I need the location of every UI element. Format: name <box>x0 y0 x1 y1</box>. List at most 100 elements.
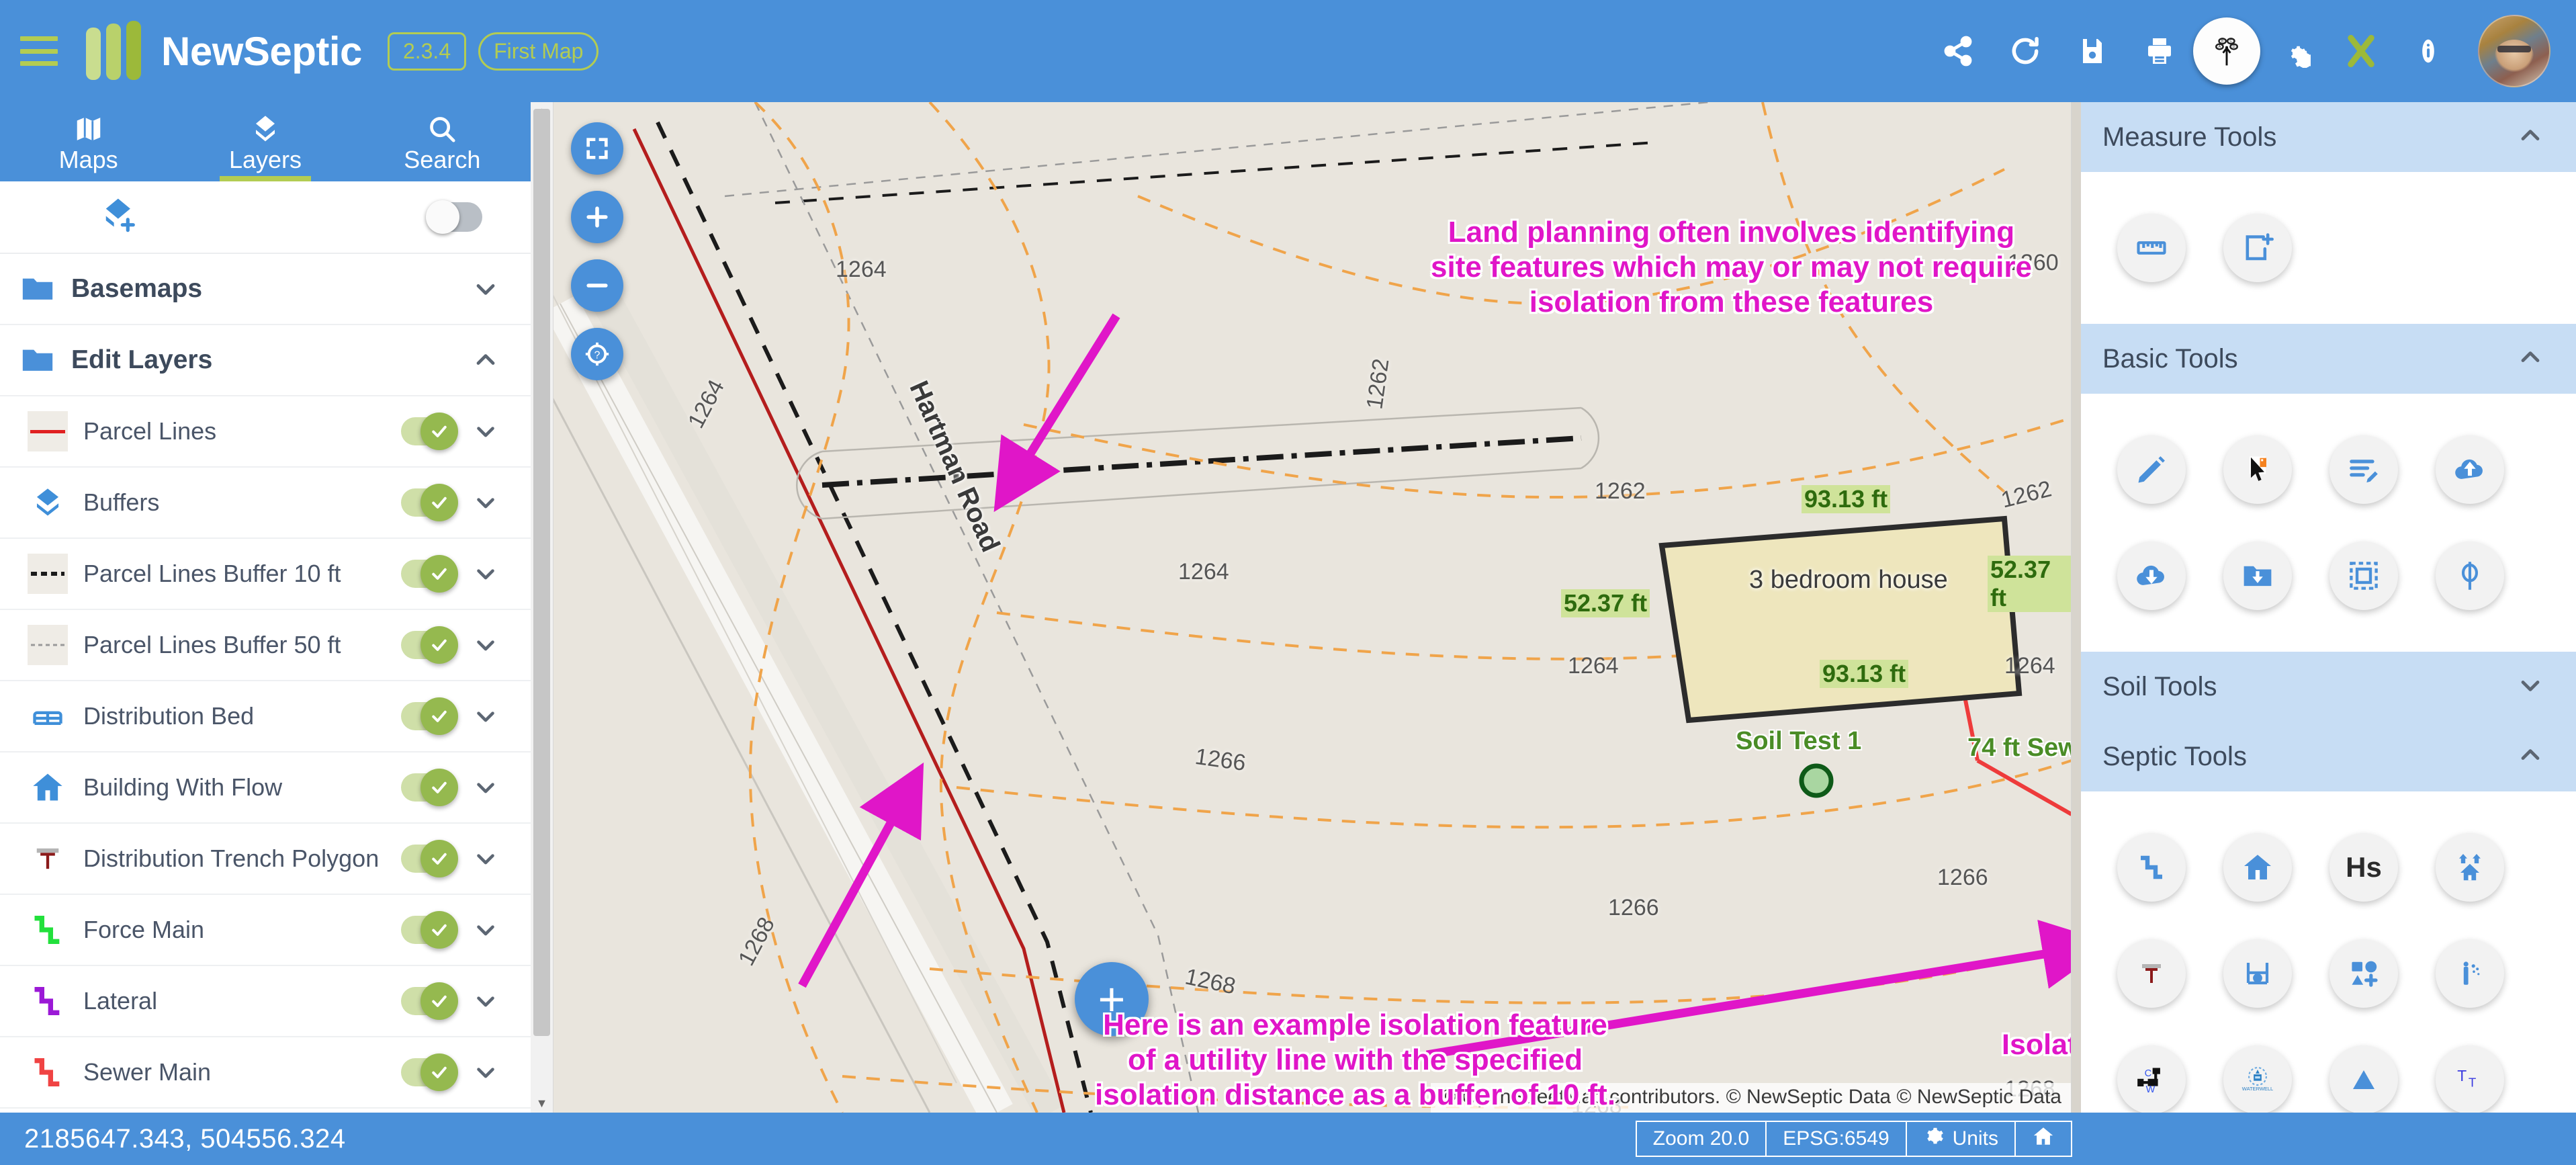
house-icon[interactable] <box>2223 833 2292 902</box>
chevron-down-icon[interactable] <box>468 845 504 873</box>
edit-list-icon[interactable] <box>2329 435 2398 504</box>
layer-visibility-toggle[interactable] <box>388 697 468 735</box>
add-layer-icon[interactable] <box>101 195 142 240</box>
map-area[interactable]: ▲ ▼ <box>531 102 2071 1113</box>
layer-row[interactable]: Buffers <box>0 468 531 539</box>
hs-label-icon[interactable]: Hs <box>2329 833 2398 902</box>
cursor-select-icon[interactable] <box>2223 435 2292 504</box>
layer-row[interactable]: Distribution Trench Polygon <box>0 824 531 895</box>
layer-row[interactable]: Parcel Lines <box>0 396 531 468</box>
layer-visibility-toggle[interactable] <box>388 626 468 664</box>
chevron-down-icon[interactable] <box>468 417 504 445</box>
cloud-upload-icon[interactable] <box>2436 435 2504 504</box>
layer-row[interactable]: Lateral <box>0 966 531 1037</box>
layer-visibility-toggle[interactable] <box>388 413 468 450</box>
chevron-down-icon[interactable] <box>468 916 504 944</box>
layer-label: Force Main <box>83 916 205 943</box>
chevron-up-icon[interactable] <box>468 345 504 375</box>
newseptic-logo-icon <box>86 21 141 80</box>
fullscreen-icon[interactable] <box>571 122 623 175</box>
layer-row[interactable]: Parcel Lines Buffer 50 ft <box>0 610 531 681</box>
tab-layers[interactable]: Layers <box>177 102 353 181</box>
zoom-out-icon[interactable] <box>571 259 623 312</box>
houses-group-icon[interactable] <box>2436 833 2504 902</box>
gps-navigation-icon[interactable]: B C A D <box>2193 17 2260 85</box>
print-icon[interactable] <box>2126 17 2193 85</box>
folder-download-icon[interactable] <box>2223 542 2292 610</box>
trench-t-icon[interactable] <box>2117 939 2186 1008</box>
layer-visibility-toggle[interactable] <box>388 769 468 806</box>
sprinkler-icon[interactable] <box>2436 939 2504 1008</box>
tank-profile-icon[interactable] <box>2223 939 2292 1008</box>
tools-crossed-icon[interactable] <box>2327 17 2395 85</box>
chevron-down-icon[interactable] <box>468 702 504 730</box>
pipe-zigzag-icon[interactable] <box>2117 833 2186 902</box>
layer-visibility-toggle[interactable] <box>388 982 468 1020</box>
chevron-up-icon[interactable] <box>2516 121 2545 154</box>
layer-row[interactable]: Distribution Bed <box>0 681 531 752</box>
cloud-download-icon[interactable] <box>2117 542 2186 610</box>
layers-master-toggle[interactable] <box>426 200 482 234</box>
status-controls: Zoom 20.0 EPSG:6549 Units <box>1635 1121 2072 1157</box>
epsg-button[interactable]: EPSG:6549 <box>1765 1121 1906 1157</box>
chevron-down-icon[interactable] <box>2516 671 2545 703</box>
tools-scrollbar[interactable] <box>2072 102 2081 1113</box>
chevron-down-icon[interactable] <box>468 488 504 517</box>
layer-row[interactable]: Sewer Main <box>0 1037 531 1109</box>
refresh-icon[interactable] <box>1992 17 2059 85</box>
layer-visibility-toggle[interactable] <box>388 484 468 521</box>
chevron-up-icon[interactable] <box>2516 343 2545 376</box>
text-tt-icon[interactable]: TT <box>2436 1045 2504 1113</box>
save-icon[interactable] <box>2059 17 2126 85</box>
chevron-up-icon[interactable] <box>2516 740 2545 773</box>
tab-search[interactable]: Search <box>354 102 531 181</box>
layer-list[interactable]: Basemaps Edit Layers Parcel Lines Buffer… <box>0 254 531 1113</box>
cw-pipe-icon[interactable]: C W <box>2117 1045 2186 1113</box>
section-header-measure-tools[interactable]: Measure Tools <box>2081 102 2576 172</box>
waterwell-icon[interactable]: WATERWELL <box>2223 1045 2292 1113</box>
user-avatar[interactable] <box>2478 15 2550 87</box>
scrollbar-thumb[interactable] <box>533 109 550 1036</box>
app-root: NewSeptic 2.3.4 First Map B C A D Maps L… <box>0 0 2576 1165</box>
layer-visibility-toggle[interactable] <box>388 555 468 593</box>
section-header-septic-tools[interactable]: Septic Tools <box>2081 722 2576 791</box>
map-name-badge[interactable]: First Map <box>478 32 599 71</box>
settings-gears-icon[interactable] <box>2260 17 2327 85</box>
crosshair-locate-icon[interactable]: ? <box>571 328 623 380</box>
select-box-icon[interactable] <box>2329 542 2398 610</box>
chevron-down-icon[interactable] <box>468 560 504 588</box>
home-button[interactable] <box>2014 1121 2072 1157</box>
scroll-down-icon[interactable]: ▼ <box>531 1094 553 1113</box>
zoom-level-button[interactable]: Zoom 20.0 <box>1635 1121 1766 1157</box>
triangle-icon[interactable] <box>2329 1045 2398 1113</box>
layer-row[interactable]: Building With Flow <box>0 752 531 824</box>
chevron-down-icon[interactable] <box>468 773 504 802</box>
section-header-basic-tools[interactable]: Basic Tools <box>2081 324 2576 394</box>
share-icon[interactable] <box>1924 17 1992 85</box>
layer-row[interactable]: Force Main <box>0 895 531 966</box>
toggle-knob <box>426 200 459 234</box>
folder-row-edit-layers[interactable]: Edit Layers <box>0 325 531 396</box>
section-header-soil-tools[interactable]: Soil Tools <box>2081 652 2576 722</box>
layer-row[interactable]: Parcel Lines Buffer 10 ft <box>0 539 531 610</box>
phi-icon[interactable] <box>2436 542 2504 610</box>
layer-visibility-toggle[interactable] <box>388 911 468 949</box>
pencil-icon[interactable] <box>2117 435 2186 504</box>
chevron-down-icon[interactable] <box>468 631 504 659</box>
ruler-icon[interactable] <box>2117 214 2186 282</box>
folder-label: Basemaps <box>71 274 203 303</box>
layer-visibility-toggle[interactable] <box>388 1053 468 1091</box>
zoom-in-icon[interactable] <box>571 191 623 243</box>
tab-maps[interactable]: Maps <box>0 102 177 181</box>
map-vertical-scrollbar[interactable]: ▲ ▼ <box>531 102 553 1113</box>
chevron-down-icon[interactable] <box>468 274 504 304</box>
shapes-add-icon[interactable] <box>2329 939 2398 1008</box>
folder-row-basemaps[interactable]: Basemaps <box>0 254 531 325</box>
units-button[interactable]: Units <box>1905 1121 2014 1157</box>
layer-visibility-toggle[interactable] <box>388 840 468 877</box>
hamburger-menu-icon[interactable] <box>20 36 58 66</box>
area-add-icon[interactable] <box>2223 214 2292 282</box>
chevron-down-icon[interactable] <box>468 1058 504 1086</box>
info-icon[interactable] <box>2395 17 2462 85</box>
chevron-down-icon[interactable] <box>468 987 504 1015</box>
